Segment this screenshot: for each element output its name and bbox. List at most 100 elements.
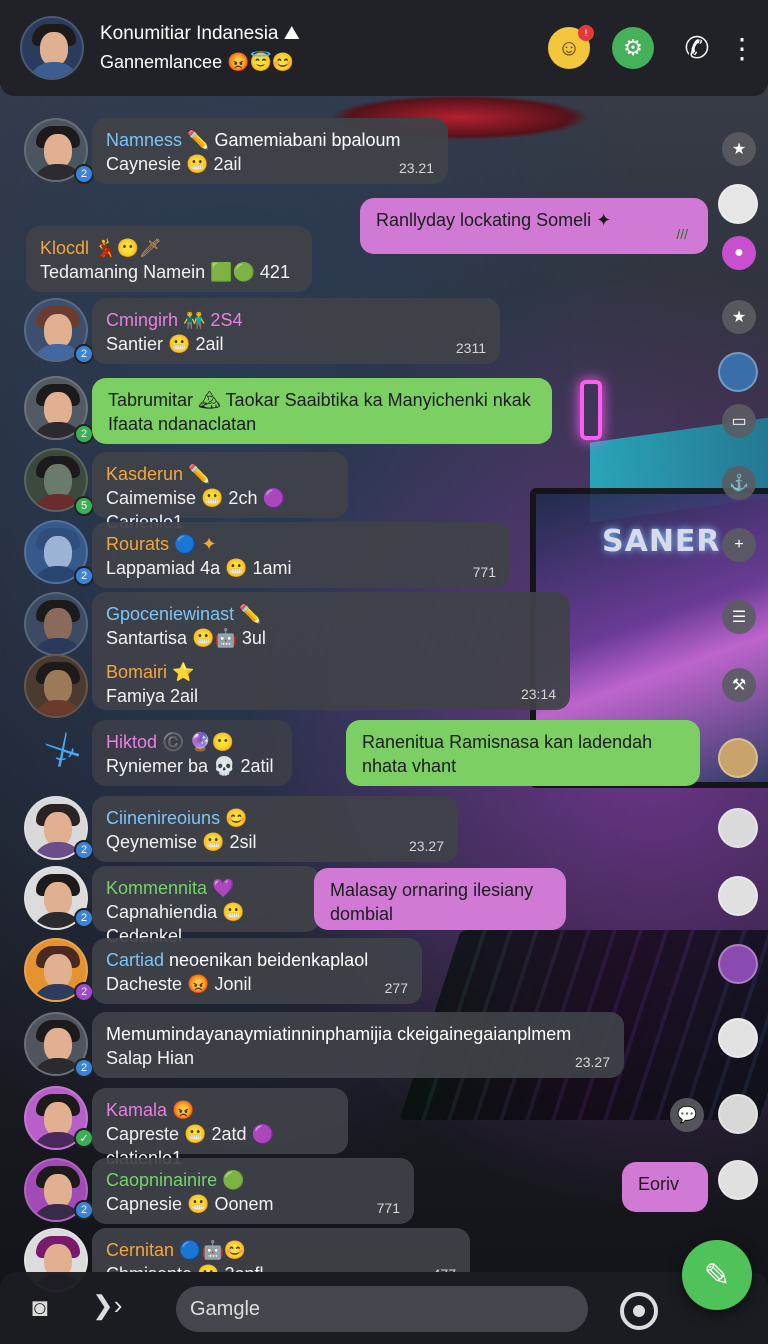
plus-icon[interactable]: + — [722, 528, 756, 562]
message-bubble[interactable]: Hiktod ©️ 🔮😶 Ryniemer ba 💀 2atil — [92, 720, 292, 786]
camera-icon[interactable]: ◙ — [32, 1292, 48, 1323]
message-time: 23.27 — [408, 838, 444, 854]
message-bubble[interactable]: Kasderun ✏️ Caimemise 😬 2ch 🟣 Carienlo1 — [92, 452, 348, 532]
read-ticks: /// — [676, 226, 688, 242]
message-text: Tabrumitar 🏔 Taokar Saaibtika ka Manyich… — [108, 390, 531, 434]
rail-avatar[interactable] — [718, 1094, 758, 1134]
user-badge: 5 — [74, 496, 94, 516]
message-time: 23:14 — [520, 686, 556, 702]
avatar[interactable] — [24, 592, 88, 656]
phone-icon[interactable]: ✆ — [676, 27, 718, 69]
rail-avatar[interactable] — [718, 1018, 758, 1058]
message-bubble[interactable]: Rourats 🔵 ✦ Lappamiad 4a 😬 1ami 771 — [92, 522, 510, 588]
chevron-right-icon[interactable]: ❯› — [92, 1290, 122, 1321]
list-icon[interactable]: ☰ — [722, 600, 756, 634]
sender-name: Hiktod ©️ 🔮😶 — [106, 732, 235, 752]
rail-avatar[interactable] — [718, 1160, 758, 1200]
message-bubble[interactable]: Caopninainire 🟢 Capnesie 😬 Oonem 771 — [92, 1158, 414, 1224]
message-text: Lappamiad 4a 😬 1ami — [106, 558, 292, 578]
avatar[interactable] — [24, 654, 88, 718]
message-text: Chmisente 😬 2onfl — [106, 1262, 456, 1272]
rail-avatar[interactable] — [718, 352, 758, 392]
own-message-bubble[interactable]: Eoriv — [622, 1162, 708, 1212]
chat-title-block[interactable]: Konumitiar Indanesia ⛰ Gannemlancee 😡😇😊 — [100, 22, 526, 74]
message-time: 23.27 — [574, 1054, 610, 1070]
chat-subtitle: Gannemlancee 😡😇😊 — [100, 52, 295, 72]
notification-badge: ! — [578, 25, 594, 41]
user-badge: 2 — [74, 164, 94, 184]
sender-name: Gpoceniewinast ✏️ — [106, 604, 262, 624]
message-input[interactable]: Gamgle — [176, 1286, 588, 1332]
own-message-bubble[interactable]: Ranllyday lockating Someli ✦ /// — [360, 198, 708, 254]
sender-name: Rourats 🔵 ✦ — [106, 534, 217, 554]
own-message-bubble[interactable]: Ranenitua Ramisnasa kan ladendah nhata v… — [346, 720, 700, 786]
message-time: 2311 — [455, 340, 486, 356]
tools-icon[interactable]: ⚒ — [722, 668, 756, 702]
rail-avatar[interactable] — [718, 944, 758, 984]
message-bubble[interactable]: Klocdl 💃😶🗡 Tedamaning Namein 🟩🟢 421 — [26, 226, 312, 292]
anchor-icon[interactable]: ⚓ — [722, 466, 756, 500]
message-text: Malasay ornaring ilesiany dombial — [330, 880, 534, 924]
smile-icon[interactable]: ☺! — [548, 25, 594, 69]
background-neon-sign — [580, 380, 602, 440]
message-bubble[interactable]: Kommennita 💜 Capnahiendia 😬 Cedenkel — [92, 866, 320, 946]
message-text: Tedamaning Namein 🟩🟢 421 — [40, 262, 290, 282]
message-time: 277 — [384, 980, 408, 996]
message-time: 771 — [376, 1200, 400, 1216]
screen-icon[interactable]: ▭ — [722, 404, 756, 438]
message-bubble[interactable]: Namness ✏️ Gamemiabani bpaloum Caynesie … — [92, 118, 448, 184]
own-message-bubble[interactable]: Malasay ornaring ilesiany dombial — [314, 868, 566, 930]
rail-avatar[interactable] — [718, 876, 758, 916]
user-badge: 2 — [74, 424, 94, 444]
sender-name: Cmingirh 👬 2S4 — [106, 310, 243, 330]
rail-avatar[interactable] — [718, 738, 758, 778]
kebab-menu-icon[interactable]: ⋮ — [728, 27, 756, 69]
message-bubble[interactable]: Cernitan 🔵🤖😊 Chmisente 😬 2onfl 477 — [92, 1228, 470, 1272]
message-bubble[interactable]: Cartiad neoenikan beidenkaplaol Dacheste… — [92, 938, 422, 1004]
message-text: Caynesie 😬 2ail — [106, 154, 242, 174]
message-text: Famiya 2ail — [106, 686, 199, 706]
message-text: Salap Hian — [106, 1048, 195, 1068]
message-text: Santartisa 😬🤖 3ul — [106, 628, 266, 648]
sender-name: Cernitan 🔵🤖😊 — [106, 1240, 247, 1260]
message-text: Eoriv — [638, 1174, 680, 1194]
sender-name: Ciinenireoiuns 😊 — [106, 808, 248, 828]
message-text: Qeynemise 😬 2sil — [106, 832, 257, 852]
sender-name: Kasderun ✏️ — [106, 464, 211, 484]
star-icon[interactable]: ★ — [722, 300, 756, 334]
message-time: 771 — [472, 564, 496, 580]
sender-name: Kommennita 💜 — [106, 878, 235, 898]
message-bubble[interactable]: Memumindayanaymiatinninphamijia ckeigain… — [92, 1012, 624, 1078]
target-icon[interactable] — [620, 1292, 658, 1330]
chat-header: Konumitiar Indanesia ⛰ Gannemlancee 😡😇😊 … — [0, 0, 768, 96]
star-icon[interactable]: ★ — [722, 132, 756, 166]
sender-name: Bomairi ⭐ — [106, 662, 195, 682]
sender-name: Caopninainire 🟢 — [106, 1170, 245, 1190]
group-avatar[interactable] — [20, 16, 84, 80]
user-badge: 2 — [74, 1200, 94, 1220]
own-message-bubble[interactable]: Tabrumitar 🏔 Taokar Saaibtika ka Manyich… — [92, 378, 552, 444]
message-text: Ranenitua Ramisnasa kan ladendah nhata v… — [362, 732, 653, 776]
message-text: Ryniemer ba 💀 2atil — [106, 756, 274, 776]
message-heading: Memumindayanaymiatinninphamijia ckeigain… — [106, 1024, 572, 1044]
edit-fab-icon[interactable]: ✎ — [682, 1240, 752, 1310]
user-badge: ✓ — [74, 1128, 94, 1148]
sender-name: Klocdl 💃😶🗡 — [40, 238, 162, 258]
message-bubble[interactable]: Gpoceniewinast ✏️ Santartisa 😬🤖 3ul Boma… — [92, 592, 570, 710]
message-bubble[interactable]: Cmingirh 👬 2S4 Santier 😬 2ail 2311 — [92, 298, 500, 364]
message-text: Ranllyday lockating Someli ✦ — [376, 210, 612, 230]
user-badge: 2 — [74, 344, 94, 364]
gear-icon[interactable]: ⚙ — [612, 27, 654, 69]
message-bubble[interactable]: Ciinenireoiuns 😊 Qeynemise 😬 2sil 23.27 — [92, 796, 458, 862]
user-badge: 2 — [74, 908, 94, 928]
user-badge: 2 — [74, 566, 94, 586]
message-bubble[interactable]: Kamala 😡 Capreste 😬 2atd 🟣 clatienlo1 — [92, 1088, 348, 1168]
rail-avatar[interactable] — [718, 808, 758, 848]
record-icon[interactable]: ● — [722, 236, 756, 270]
message-text: Dacheste 😡 Jonil — [106, 974, 252, 994]
monitor-title: SANER — [602, 524, 721, 559]
chat-bubble-icon[interactable]: 💬 — [670, 1098, 704, 1132]
message-heading: neoenikan beidenkaplaol — [164, 950, 369, 970]
sender-name: Kamala 😡 — [106, 1100, 195, 1120]
rail-avatar[interactable] — [718, 184, 758, 224]
